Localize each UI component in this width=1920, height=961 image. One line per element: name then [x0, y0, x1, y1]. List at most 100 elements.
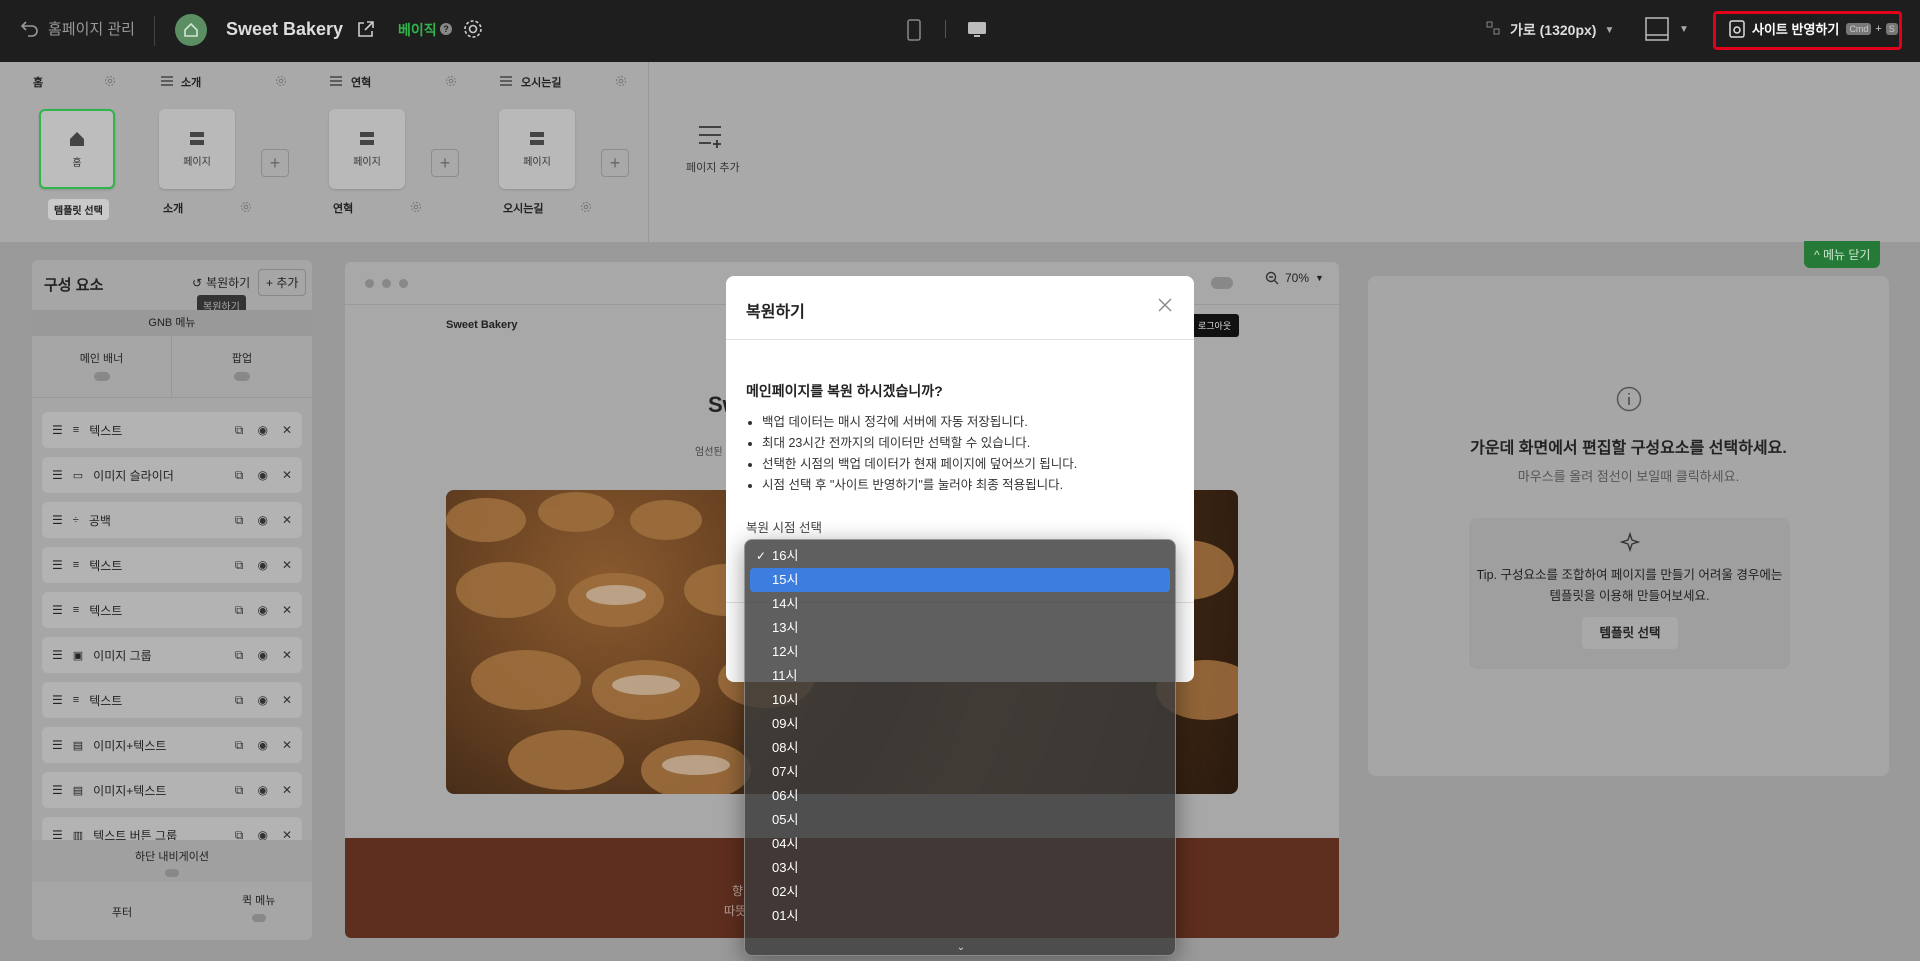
delete-icon[interactable]: ✕	[282, 783, 292, 798]
add-subpage-button[interactable]: +	[601, 149, 629, 177]
eye-icon[interactable]: ◉	[257, 648, 267, 663]
dropdown-option[interactable]: 07시	[750, 760, 1170, 784]
restore-time-dropdown[interactable]: ✓ 16시 15시 14시 13시 12시 11시 10시 09시 08시 07시 06시 05시 04시…	[744, 539, 1176, 956]
publish-button[interactable]: 사이트 반영하기 Cmd + S	[1729, 19, 1898, 38]
template-select-chip[interactable]: 템플릿 선택	[48, 199, 109, 220]
add-component-button[interactable]: + 추가	[258, 269, 307, 296]
footer-row[interactable]: 푸터	[32, 886, 212, 940]
toggle-switch[interactable]	[165, 869, 179, 877]
mobile-view-icon[interactable]	[907, 19, 921, 41]
page-card-home[interactable]: 홈	[39, 109, 115, 189]
component-item[interactable]: ☰ ▣ 이미지 그룹 ⧉ ◉ ✕	[42, 637, 302, 673]
add-subpage-button[interactable]: +	[431, 149, 459, 177]
eye-icon[interactable]: ◉	[257, 783, 267, 798]
dropdown-option[interactable]: 08시	[750, 736, 1170, 760]
drag-handle-icon[interactable]: ☰	[52, 513, 63, 527]
dropdown-option[interactable]: 03시	[750, 856, 1170, 880]
delete-icon[interactable]: ✕	[282, 423, 292, 438]
drag-handle-icon[interactable]: ☰	[52, 558, 63, 572]
delete-icon[interactable]: ✕	[282, 558, 292, 573]
dropdown-option[interactable]: 02시	[750, 880, 1170, 904]
dropdown-option[interactable]: 12시	[750, 640, 1170, 664]
toggle-switch[interactable]	[93, 372, 110, 381]
gear-icon[interactable]	[275, 75, 287, 87]
settings-gear-icon[interactable]	[462, 18, 484, 40]
delete-icon[interactable]: ✕	[282, 693, 292, 708]
gear-icon[interactable]	[615, 75, 627, 87]
dropdown-option[interactable]: 14시	[750, 592, 1170, 616]
page-card-directions[interactable]: 페이지	[499, 109, 575, 189]
eye-icon[interactable]: ◉	[257, 603, 267, 618]
component-item[interactable]: ☰ ▤ 이미지+텍스트 ⧉ ◉ ✕	[42, 772, 302, 808]
duplicate-icon[interactable]: ⧉	[235, 648, 244, 663]
add-subpage-button[interactable]: +	[261, 149, 289, 177]
gear-icon[interactable]	[240, 201, 252, 213]
dropdown-option[interactable]: 04시	[750, 832, 1170, 856]
duplicate-icon[interactable]: ⧉	[235, 738, 244, 753]
dropdown-option[interactable]: 10시	[750, 688, 1170, 712]
drag-handle-icon[interactable]: ☰	[52, 648, 63, 662]
duplicate-icon[interactable]: ⧉	[235, 468, 244, 483]
drag-handle-icon[interactable]: ☰	[52, 738, 63, 752]
back-link[interactable]: 홈페이지 관리	[20, 18, 135, 39]
drag-handle-icon[interactable]: ☰	[52, 783, 63, 797]
desktop-view-icon[interactable]	[967, 21, 987, 39]
external-link-icon[interactable]	[356, 19, 376, 39]
dropdown-option[interactable]: 09시	[750, 712, 1170, 736]
help-icon[interactable]: ?	[440, 23, 452, 35]
layout-type-select[interactable]: ▼	[1645, 17, 1689, 41]
duplicate-icon[interactable]: ⧉	[235, 693, 244, 708]
eye-icon[interactable]: ◉	[257, 558, 267, 573]
eye-icon[interactable]: ◉	[257, 693, 267, 708]
eye-icon[interactable]: ◉	[257, 468, 267, 483]
add-page-button[interactable]: 페이지 추가	[686, 124, 740, 175]
duplicate-icon[interactable]: ⧉	[235, 558, 244, 573]
dropdown-option[interactable]: 05시	[750, 808, 1170, 832]
dropdown-option[interactable]: 11시	[750, 664, 1170, 688]
component-item[interactable]: ☰ ▤ 이미지+텍스트 ⧉ ◉ ✕	[42, 727, 302, 763]
drag-handle-icon[interactable]: ☰	[52, 603, 63, 617]
close-icon[interactable]	[1158, 298, 1172, 312]
scroll-down-chevron-icon[interactable]: ⌄	[745, 942, 1177, 953]
component-item[interactable]: ☰ ▭ 이미지 슬라이더 ⧉ ◉ ✕	[42, 457, 302, 493]
component-item[interactable]: ☰ ≡ 텍스트 ⧉ ◉ ✕	[42, 592, 302, 628]
component-item[interactable]: ☰ ÷ 공백 ⧉ ◉ ✕	[42, 502, 302, 538]
delete-icon[interactable]: ✕	[282, 648, 292, 663]
gear-icon[interactable]	[445, 75, 457, 87]
dropdown-option[interactable]: 06시	[750, 784, 1170, 808]
gear-icon[interactable]	[580, 201, 592, 213]
delete-icon[interactable]: ✕	[282, 738, 292, 753]
dropdown-option[interactable]: ✓ 16시	[750, 544, 1170, 568]
delete-icon[interactable]: ✕	[282, 513, 292, 528]
toggle-switch[interactable]	[251, 914, 266, 922]
dropdown-option[interactable]: 13시	[750, 616, 1170, 640]
toggle-switch[interactable]	[234, 372, 250, 381]
layout-width-select[interactable]: 가로 (1320px) ▼	[1510, 20, 1614, 40]
gnb-menu-row[interactable]: GNB 메뉴	[32, 310, 312, 336]
menu-close-button[interactable]: ^ 메뉴 닫기	[1804, 241, 1881, 268]
delete-icon[interactable]: ✕	[282, 603, 292, 618]
component-item[interactable]: ☰ ≡ 텍스트 ⧉ ◉ ✕	[42, 547, 302, 583]
duplicate-icon[interactable]: ⧉	[235, 423, 244, 438]
gear-icon[interactable]	[104, 75, 116, 87]
dropdown-option[interactable]: 01시	[750, 904, 1170, 928]
dropdown-option[interactable]: 15시	[750, 568, 1170, 592]
duplicate-icon[interactable]: ⧉	[235, 603, 244, 618]
duplicate-icon[interactable]: ⧉	[235, 783, 244, 798]
delete-icon[interactable]: ✕	[282, 468, 292, 483]
drag-handle-icon[interactable]: ☰	[52, 693, 63, 707]
page-card-about[interactable]: 페이지	[159, 109, 235, 189]
eye-icon[interactable]: ◉	[257, 423, 267, 438]
template-select-button[interactable]: 템플릿 선택	[1582, 617, 1678, 649]
preview-logout-button[interactable]: 로그아웃	[1190, 314, 1240, 337]
gear-icon[interactable]	[410, 201, 422, 213]
eye-icon[interactable]: ◉	[257, 738, 267, 753]
duplicate-icon[interactable]: ⧉	[235, 513, 244, 528]
toggle-switch[interactable]	[1211, 277, 1233, 289]
drag-handle-icon[interactable]: ☰	[52, 423, 63, 437]
eye-icon[interactable]: ◉	[257, 513, 267, 528]
component-item[interactable]: ☰ ≡ 텍스트 ⧉ ◉ ✕	[42, 682, 302, 718]
component-item[interactable]: ☰ ≡ 텍스트 ⧉ ◉ ✕	[42, 412, 302, 448]
page-card-history[interactable]: 페이지	[329, 109, 405, 189]
restore-button[interactable]: ↺ 복원하기	[192, 274, 250, 291]
